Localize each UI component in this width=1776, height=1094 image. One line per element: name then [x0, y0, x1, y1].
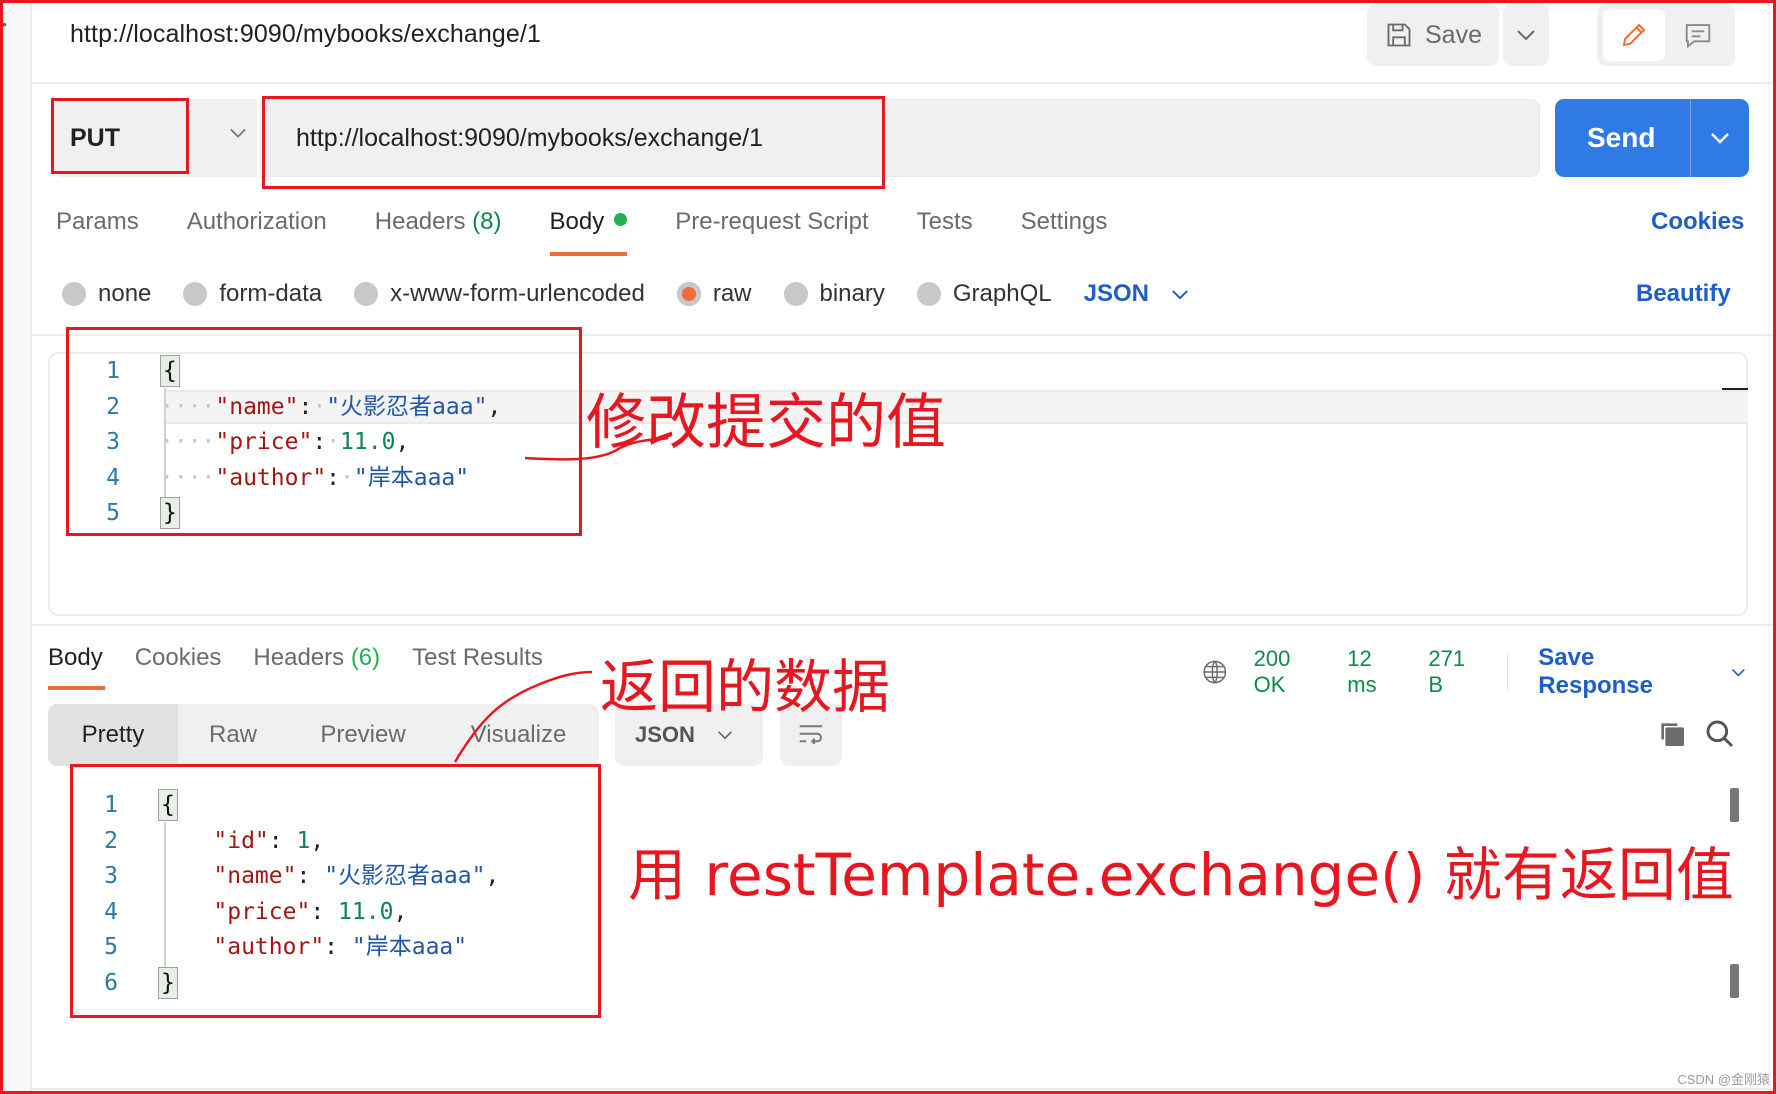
annotation-modify-values: 修改提交的值 — [586, 388, 946, 458]
annotation-returned-data: 返回的数据 — [600, 653, 891, 721]
annotation-arrows — [453, 436, 669, 763]
annotation-connector-response — [453, 670, 593, 763]
annotation-exchange-note: 用 restTemplate.exchange() 就有返回值 — [628, 841, 1734, 909]
watermark: CSDN @金刚猿 — [1677, 1072, 1770, 1087]
